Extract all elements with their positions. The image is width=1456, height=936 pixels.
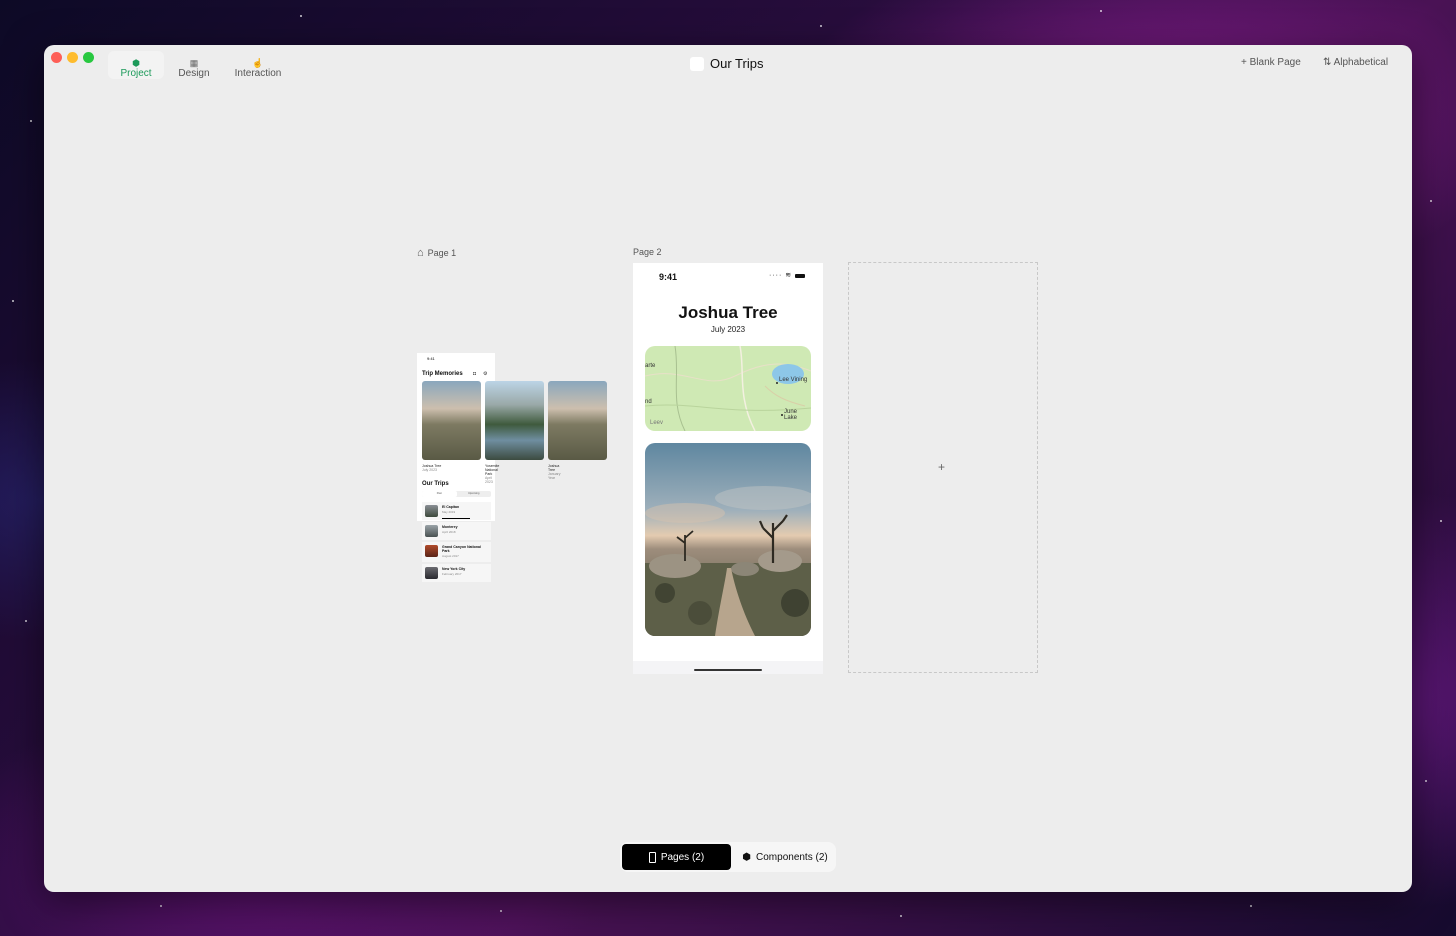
add-page-icon[interactable]: +: [938, 461, 945, 473]
trip-card-caption: Joshua Tree July 2023: [422, 464, 441, 472]
page2-label-text: Page 2: [633, 247, 662, 257]
interaction-icon: ☝: [252, 58, 264, 68]
trip-row-date: May 2019: [442, 510, 456, 514]
segment-upcoming: Upcoming: [468, 492, 480, 495]
map-pin: [781, 414, 783, 416]
trip-row-title: Monterey: [442, 525, 458, 529]
trip-card-image: [422, 381, 481, 460]
page2-status-time: 9:41: [659, 272, 678, 282]
trip-date: July 2023: [710, 325, 746, 334]
close-window-button[interactable]: [51, 52, 62, 63]
components-tab-label: Components (2): [756, 851, 828, 863]
trip-row-title: El Capitan: [442, 505, 460, 509]
trip-card-caption: Yosemite National Park April 2023: [485, 464, 499, 484]
tab-design[interactable]: ▦ Design: [170, 51, 218, 79]
map-label: Lee Vining: [779, 377, 808, 383]
page1-section-title: Our Trips: [422, 481, 449, 487]
home-icon: ⌂: [417, 247, 424, 259]
tab-interaction[interactable]: ☝ Interaction: [228, 51, 288, 79]
design-icon: ▦: [189, 58, 199, 68]
trip-row-date: February 2017: [442, 572, 462, 576]
tab-project-label: Project: [120, 68, 152, 79]
trip-row: Monterey April 2018: [422, 522, 491, 540]
tab-design-label: Design: [178, 68, 210, 79]
cube-icon: ⬢: [742, 851, 752, 863]
trip-row: New York City February 2017: [422, 564, 491, 582]
tab-interaction-label: Interaction: [234, 68, 282, 79]
settings-icon: ⚙: [483, 371, 488, 377]
desert-landscape-image: [645, 443, 811, 636]
document-title: Our Trips: [690, 56, 763, 71]
battery-icon: [795, 274, 805, 278]
map-pin: [776, 382, 778, 384]
map-label: June Lake: [784, 409, 798, 421]
trip-card-date: January Year: [548, 472, 561, 480]
tab-project[interactable]: ⬢ Project: [108, 51, 164, 79]
segment-past: Past: [422, 491, 457, 497]
trip-card-title: Yosemite National Park: [485, 464, 500, 476]
trip-row-date: April 2018: [442, 530, 456, 534]
trip-card-date: July 2023: [422, 468, 437, 472]
phone-icon: [648, 851, 656, 863]
trip-photo: [645, 443, 811, 636]
page1-heading: Trip Memories: [422, 371, 463, 377]
selection-underline: [442, 518, 470, 519]
document-icon: [690, 56, 704, 71]
trip-card-date: April 2023: [485, 476, 493, 484]
components-tab[interactable]: ⬢ Components (2): [736, 844, 834, 870]
map-label: Leev: [650, 420, 664, 426]
new-page-placeholder[interactable]: +: [848, 262, 1038, 673]
trip-card-image: [485, 381, 544, 460]
project-icon: ⬢: [132, 58, 140, 68]
trip-row-thumbnail: [425, 525, 438, 537]
page2-tab-bar: [633, 661, 823, 674]
trip-row-title: Grand Canyon National Park: [442, 545, 481, 553]
page1-thumbnail[interactable]: 9:41 Trip Memories ◘ ⚙ Joshua Tree July …: [417, 353, 607, 583]
app-window: ⬢ Project ▦ Design ☝ Interaction Our Tri…: [44, 45, 1412, 892]
minimize-window-button[interactable]: [67, 52, 78, 63]
page1-label[interactable]: ⌂ Page 1: [417, 247, 456, 259]
trip-card-image: [548, 381, 607, 460]
home-indicator: [694, 669, 762, 671]
trip-card-title: Joshua Tree: [548, 464, 560, 472]
page2-frame[interactable]: 9:41 ···· ≋ Joshua Tree July 2023 arte n…: [633, 263, 823, 674]
alphabetical-sort-button[interactable]: ⇅ Alphabetical: [1323, 57, 1388, 68]
bottom-segmented-control: Pages (2) ⬢ Components (2): [620, 842, 836, 872]
document-title-text: Our Trips: [710, 56, 764, 71]
page2-label[interactable]: Page 2: [633, 247, 662, 257]
trip-card-caption: Joshua Tree January Year: [548, 464, 560, 480]
trip-row-thumbnail: [425, 505, 438, 517]
trip-row-thumbnail: [425, 567, 438, 579]
trip-row: Grand Canyon National Park August 2017: [422, 542, 491, 562]
trip-row-thumbnail: [425, 545, 438, 557]
trip-row-title: New York City: [442, 567, 466, 571]
pages-tab[interactable]: Pages (2): [622, 844, 731, 870]
trip-row-date: August 2017: [442, 554, 459, 558]
cellular-wifi-icon: ···· ≋: [769, 272, 793, 279]
page1-label-text: Page 1: [427, 248, 457, 258]
trip-map: arte nd Lee Vining June Lake Leev: [645, 346, 811, 431]
map-label: nd: [645, 399, 652, 405]
zoom-window-button[interactable]: [83, 52, 94, 63]
blank-page-button[interactable]: + Blank Page: [1241, 57, 1301, 68]
map-label: arte: [645, 363, 656, 369]
page1-segmented-control: Past Upcoming: [422, 491, 491, 497]
camera-icon: ◘: [473, 371, 477, 377]
pages-tab-label: Pages (2): [660, 851, 705, 863]
page1-status-time: 9:41: [427, 356, 435, 361]
trip-title: Joshua Tree: [678, 303, 778, 322]
